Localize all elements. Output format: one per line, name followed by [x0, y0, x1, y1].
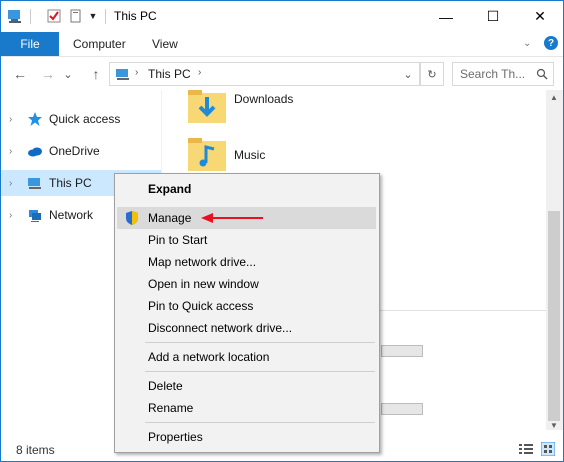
chevron-right-icon[interactable]: › [9, 114, 21, 125]
recent-locations-button[interactable]: ⌄ [61, 64, 75, 84]
network-icon [29, 210, 41, 222]
drive-usage-bar [381, 345, 423, 357]
search-icon[interactable] [536, 68, 548, 80]
close-button[interactable]: ✕ [517, 1, 563, 32]
menu-separator [145, 342, 375, 343]
tab-file[interactable]: File [1, 32, 59, 56]
menu-item-expand[interactable]: Expand [117, 178, 376, 200]
menu-item-label: Add a network location [148, 350, 270, 364]
menu-item-properties[interactable]: Properties [117, 426, 376, 448]
menu-item-label: Properties [148, 430, 203, 444]
chevron-right-icon[interactable]: › [9, 210, 21, 221]
tab-computer[interactable]: Computer [73, 32, 126, 56]
sidebar-item-label: This PC [49, 176, 92, 190]
menu-item-label: Expand [148, 182, 192, 196]
scroll-up-icon[interactable]: ▲ [550, 93, 558, 102]
search-box[interactable]: Search Th... [452, 62, 554, 86]
sidebar-item-quick-access[interactable]: › Quick access [1, 106, 161, 132]
menu-item-open-in-new-window[interactable]: Open in new window [117, 273, 376, 295]
uac-shield-icon [126, 211, 138, 225]
app-icon [8, 10, 21, 23]
menu-item-label: Delete [148, 379, 183, 393]
address-bar[interactable]: › This PC › [109, 62, 419, 86]
menu-item-pin-to-quick-access[interactable]: Pin to Quick access [117, 295, 376, 317]
minimize-button[interactable]: — [423, 1, 469, 32]
menu-item-delete[interactable]: Delete [117, 375, 376, 397]
scroll-down-icon[interactable]: ▼ [550, 421, 558, 430]
menu-item-label: Disconnect network drive... [148, 321, 293, 335]
folder-label-music[interactable]: Music [234, 148, 265, 162]
context-menu: Expand Manage Pin to Start Map network d… [114, 173, 380, 453]
menu-item-label: Manage [148, 211, 192, 225]
sidebar-item-label: Quick access [49, 112, 121, 126]
breadcrumb-chevron-icon[interactable]: › [135, 67, 138, 78]
folder-label-downloads[interactable]: Downloads [234, 92, 293, 106]
file-explorer-window: ▼ This PC — ☐ ✕ File Computer View ⌄ ? ←… [0, 0, 564, 462]
address-dropdown-button[interactable]: ⌄ [397, 62, 420, 86]
computer-icon [28, 178, 41, 189]
new-folder-icon[interactable] [68, 8, 84, 24]
scrollbar-thumb[interactable] [548, 211, 560, 421]
folder-item-downloads[interactable] [186, 87, 228, 129]
folder-item-music[interactable] [186, 135, 228, 177]
computer-icon [116, 69, 129, 80]
star-icon [28, 112, 42, 126]
forward-button[interactable]: → [37, 64, 59, 84]
items-count: 8 items [16, 443, 55, 457]
title-bar: ▼ This PC — ☐ ✕ [1, 1, 563, 32]
menu-item-label: Rename [148, 401, 194, 415]
properties-icon[interactable] [46, 8, 62, 24]
music-folder-icon [188, 138, 226, 171]
menu-item-rename[interactable]: Rename [117, 397, 376, 419]
group-divider [376, 310, 546, 311]
breadcrumb-this-pc[interactable]: This PC [148, 67, 191, 81]
sidebar-item-label: OneDrive [49, 144, 100, 158]
chevron-right-icon[interactable]: › [9, 178, 21, 189]
menu-item-label: Map network drive... [148, 255, 257, 269]
menu-item-label: Pin to Start [148, 233, 208, 247]
red-arrow-icon [201, 213, 263, 223]
downloads-folder-icon [188, 90, 226, 123]
tab-view[interactable]: View [152, 32, 178, 56]
sidebar-item-onedrive[interactable]: › OneDrive [1, 138, 161, 164]
qat-divider [30, 9, 31, 24]
up-button[interactable]: ↑ [85, 64, 107, 84]
menu-item-add-network-location[interactable]: Add a network location [117, 346, 376, 368]
menu-item-label: Pin to Quick access [148, 299, 254, 313]
breadcrumb-chevron-icon[interactable]: › [198, 67, 201, 78]
details-view-icon[interactable] [519, 443, 533, 455]
customize-qat-icon[interactable]: ▼ [87, 10, 99, 22]
menu-item-disconnect-network-drive[interactable]: Disconnect network drive... [117, 317, 376, 339]
window-title: This PC [114, 9, 157, 23]
drive-usage-bar [381, 403, 423, 415]
menu-item-map-network-drive[interactable]: Map network drive... [117, 251, 376, 273]
cloud-icon [28, 147, 42, 157]
chevron-right-icon[interactable]: › [9, 146, 21, 157]
menu-item-label: Open in new window [148, 277, 259, 291]
menu-item-pin-to-start[interactable]: Pin to Start [117, 229, 376, 251]
maximize-button[interactable]: ☐ [470, 1, 516, 32]
back-button[interactable]: ← [9, 64, 31, 84]
menu-separator [145, 371, 375, 372]
title-divider [105, 9, 106, 24]
refresh-button[interactable]: ↻ [420, 62, 444, 86]
sidebar-item-label: Network [49, 208, 94, 222]
large-icons-view-icon[interactable] [541, 442, 555, 456]
menu-separator [145, 422, 375, 423]
menu-item-manage[interactable]: Manage [117, 207, 376, 229]
search-input[interactable]: Search Th... [460, 67, 525, 81]
collapse-ribbon-icon[interactable]: ⌄ [523, 38, 531, 49]
help-icon[interactable]: ? [544, 36, 558, 50]
